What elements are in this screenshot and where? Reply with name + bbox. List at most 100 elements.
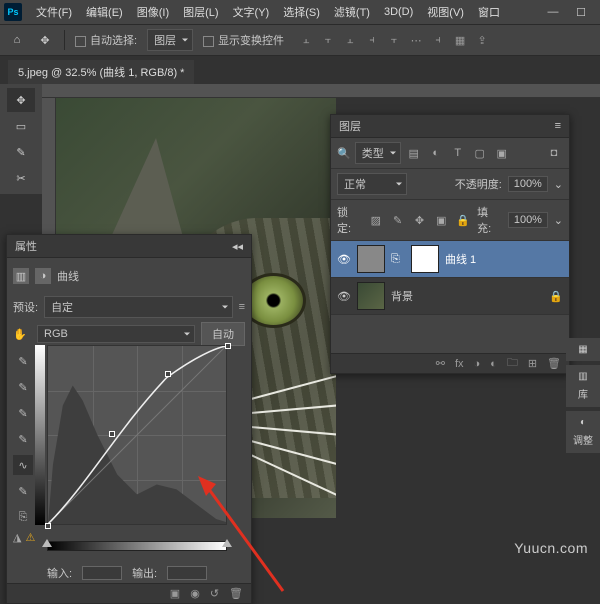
new-layer-icon[interactable]: ⊞ <box>528 357 537 370</box>
new-adjustment-icon[interactable]: ◐ <box>490 358 497 370</box>
swatches-tab[interactable]: ▦ <box>566 338 600 361</box>
input-value-field[interactable] <box>82 566 122 580</box>
view-previous-icon[interactable]: ◉ <box>190 587 200 600</box>
move-tool[interactable]: ✥ <box>7 88 35 112</box>
black-point-slider[interactable] <box>42 539 52 547</box>
more-options-icon[interactable]: ⋯ <box>408 32 424 48</box>
layers-panel-header[interactable]: 图层 ≡ <box>331 115 569 138</box>
filter-smart-icon[interactable]: ▣ <box>493 145 511 161</box>
curve-point-tool[interactable]: ∿ <box>13 455 33 475</box>
menu-edit[interactable]: 编辑(E) <box>80 1 129 23</box>
menu-filter[interactable]: 滤镜(T) <box>328 1 376 23</box>
home-icon[interactable]: ⌂ <box>8 31 26 49</box>
curves-thumb[interactable] <box>357 245 385 273</box>
layer-mask-icon[interactable]: ◑ <box>474 358 481 370</box>
align-middle-icon[interactable]: ⫟ <box>320 32 336 48</box>
layer-name[interactable]: 曲线 1 <box>445 251 476 267</box>
menu-3d[interactable]: 3D(D) <box>378 3 419 21</box>
curve-point-black[interactable] <box>45 523 51 529</box>
menu-type[interactable]: 文字(Y) <box>227 1 276 23</box>
curve-point-mid2[interactable] <box>165 371 171 377</box>
output-value-field[interactable] <box>167 566 207 580</box>
show-transform-checkbox[interactable]: 显示变换控件 <box>203 32 284 48</box>
filter-pixel-icon[interactable]: ▤ <box>405 145 423 161</box>
layers-panel-menu-icon[interactable]: ≡ <box>555 120 561 132</box>
opacity-value-field[interactable]: 100% <box>508 176 548 192</box>
mask-link-icon[interactable]: ⎘ <box>391 253 405 266</box>
opacity-chevron-icon[interactable]: ⌄ <box>554 178 563 191</box>
menu-select[interactable]: 选择(S) <box>277 1 326 23</box>
menu-image[interactable]: 图像(I) <box>131 1 175 23</box>
lock-artboard-icon[interactable]: ▣ <box>433 213 449 227</box>
lock-transparency-icon[interactable]: ▨ <box>368 213 384 227</box>
layer-name[interactable]: 背景 <box>391 288 413 304</box>
layer-filter-dropdown[interactable]: 类型 <box>355 142 401 164</box>
filter-type-icon[interactable]: T <box>449 145 467 161</box>
curve-point-mid1[interactable] <box>109 431 115 437</box>
clip-to-layer-icon[interactable]: ▣ <box>170 587 180 600</box>
white-point-slider[interactable] <box>222 539 232 547</box>
preset-dropdown[interactable]: 自定 <box>44 296 233 318</box>
share-icon[interactable]: ⇪ <box>474 32 490 48</box>
adjustments-tab[interactable]: ◐调整 <box>566 411 600 453</box>
maximize-button[interactable]: ☐ <box>574 5 588 19</box>
channel-dropdown[interactable]: RGB <box>37 325 195 343</box>
filter-toggle-icon[interactable]: ◘ <box>545 145 563 161</box>
align-bottom-icon[interactable]: ⫠ <box>342 32 358 48</box>
minimize-button[interactable]: — <box>546 5 560 19</box>
lock-pixels-icon[interactable]: ✎ <box>390 213 406 227</box>
sample-white-eyedropper[interactable]: ✎ <box>13 351 33 371</box>
visibility-toggle[interactable]: 👁 <box>337 289 351 303</box>
auto-button[interactable]: 自动 <box>201 322 245 346</box>
menu-layer[interactable]: 图层(L) <box>177 1 224 23</box>
curve-point-white[interactable] <box>225 343 231 349</box>
edit-points-tool[interactable]: ✎ <box>13 429 33 449</box>
clip-indicator-icon[interactable]: ◮ <box>13 531 21 544</box>
auto-select-target-dropdown[interactable]: 图层 <box>147 29 193 51</box>
distribute-icon[interactable]: ⫞ <box>430 32 446 48</box>
layer-style-icon[interactable]: fx <box>455 358 464 370</box>
sample-gray-eyedropper[interactable]: ✎ <box>13 377 33 397</box>
draw-curve-tool[interactable]: ✎ <box>13 481 33 501</box>
blend-mode-dropdown[interactable]: 正常 <box>337 173 407 195</box>
delete-adjustment-icon[interactable]: 🗑 <box>229 587 243 600</box>
fill-chevron-icon[interactable]: ⌄ <box>554 214 563 227</box>
bg-thumb[interactable] <box>357 282 385 310</box>
auto-select-checkbox[interactable]: 自动选择: <box>75 32 137 48</box>
fill-value-field[interactable]: 100% <box>508 212 548 228</box>
reset-icon[interactable]: ↺ <box>210 587 219 600</box>
visibility-toggle[interactable]: 👁 <box>337 252 351 266</box>
properties-panel-header[interactable]: 属性 ◂◂ <box>7 235 251 258</box>
crop-tool[interactable]: ✂ <box>7 166 35 190</box>
menu-file[interactable]: 文件(F) <box>30 1 78 23</box>
fill-label: 填充: <box>477 204 502 236</box>
menu-view[interactable]: 视图(V) <box>421 1 470 23</box>
document-tab[interactable]: 5.jpeg @ 32.5% (曲线 1, RGB/8) * <box>8 60 194 84</box>
libraries-tab[interactable]: ▥库 <box>566 365 600 407</box>
3d-mode-icon[interactable]: ▦ <box>452 32 468 48</box>
panel-collapse-icon[interactable]: ◂◂ <box>232 240 243 253</box>
sample-black-eyedropper[interactable]: ✎ <box>13 403 33 423</box>
new-group-icon[interactable]: 🗀 <box>507 354 518 373</box>
lock-position-icon[interactable]: ✥ <box>412 213 428 227</box>
lock-all-icon[interactable]: 🔒 <box>455 213 471 227</box>
layer-item-curves[interactable]: 👁 ⎘ 曲线 1 <box>331 241 569 278</box>
delete-layer-icon[interactable]: 🗑 <box>547 357 561 370</box>
filter-shape-icon[interactable]: ▢ <box>471 145 489 161</box>
mask-thumb[interactable] <box>411 245 439 273</box>
link-layers-icon[interactable]: ⚯ <box>436 357 445 370</box>
hand-tool[interactable]: ⎘ <box>13 507 33 527</box>
marquee-tool[interactable]: ▭ <box>7 114 35 138</box>
align-left-icon[interactable]: ⫞ <box>364 32 380 48</box>
adjustment-title: 曲线 <box>57 268 79 284</box>
menu-window[interactable]: 窗口 <box>472 1 506 23</box>
preset-menu-icon[interactable]: ≡ <box>239 301 245 313</box>
align-center-icon[interactable]: ⫟ <box>386 32 402 48</box>
layer-item-background[interactable]: 👁 背景 🔒 <box>331 278 569 315</box>
align-top-icon[interactable]: ⫠ <box>298 32 314 48</box>
filter-adjustment-icon[interactable]: ◐ <box>427 145 445 161</box>
lasso-tool[interactable]: ✎ <box>7 140 35 164</box>
move-tool-icon[interactable]: ✥ <box>36 31 54 49</box>
curves-graph[interactable] <box>47 345 227 525</box>
channel-picker-icon[interactable]: ✋ <box>13 328 31 341</box>
